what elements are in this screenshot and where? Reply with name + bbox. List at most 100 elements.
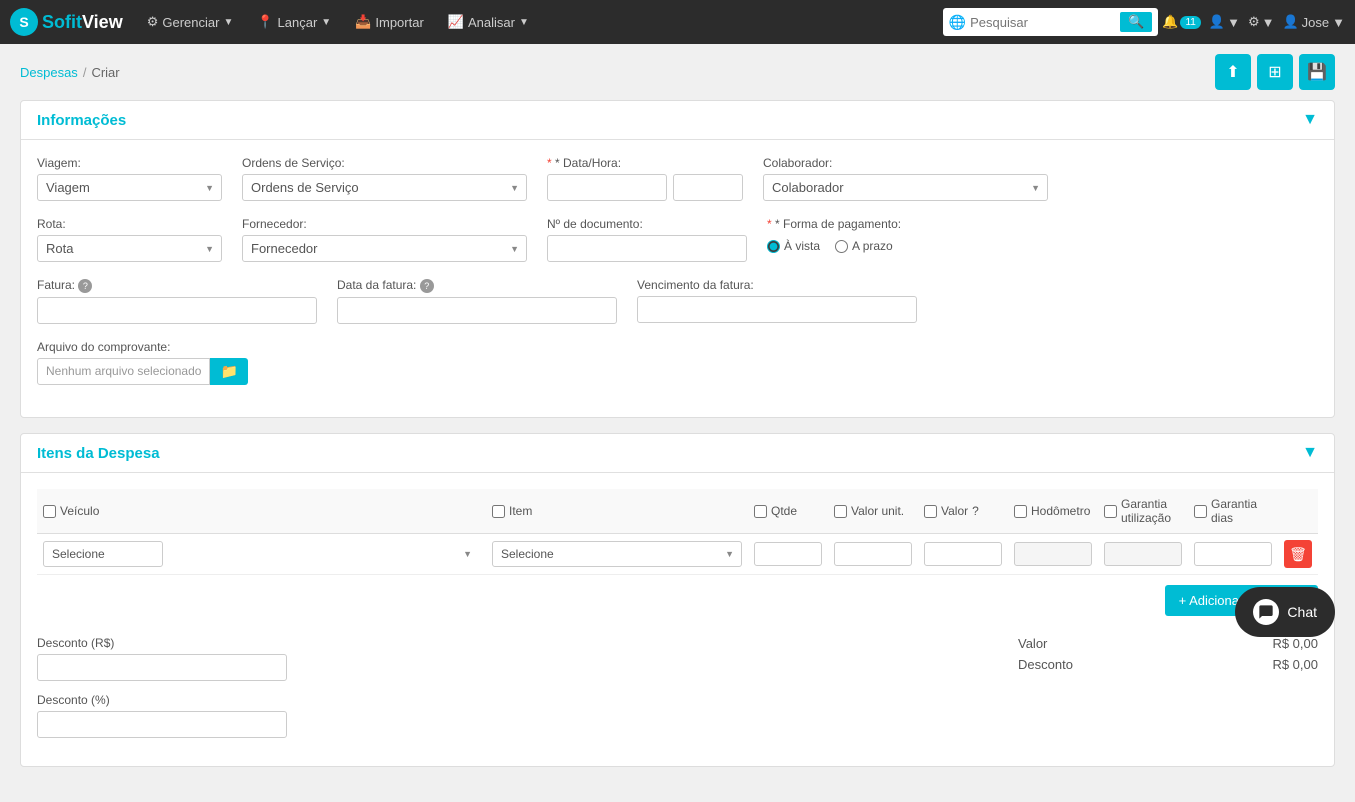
arquivo-label: Arquivo do comprovante: — [37, 340, 248, 354]
brand-view: View — [82, 12, 123, 33]
data-hora-label: * * Data/Hora: — [547, 156, 743, 170]
qtde-input[interactable]: 0,00 — [754, 542, 822, 566]
chevron-down-icon: ▼ — [321, 17, 331, 28]
total-valor-line: Valor R$ 0,00 — [1018, 636, 1318, 651]
hodometro-input[interactable]: 0,0 — [1014, 542, 1092, 566]
rota-select[interactable]: Rota — [37, 235, 222, 262]
data-fatura-group: Data da fatura: ? — [337, 278, 617, 324]
desconto-rs-input[interactable]: 0 — [37, 654, 287, 681]
item-checkbox-all[interactable] — [492, 505, 505, 518]
totals-section: Valor R$ 0,00 Desconto R$ 0,00 — [1018, 636, 1318, 750]
form-row-1: Viagem: Viagem Ordens de Serviço: Ordens… — [37, 156, 1318, 201]
nav-gerenciar[interactable]: ⚙ Gerenciar ▼ — [137, 0, 244, 44]
fornecedor-label: Fornecedor: — [242, 217, 527, 231]
th-valor: Valor ? — [918, 489, 1008, 534]
fatura-input[interactable] — [37, 297, 317, 324]
informacoes-title: Informações — [37, 112, 126, 129]
qtde-checkbox-all[interactable] — [754, 505, 767, 518]
valor-help-icon[interactable]: ? — [972, 504, 979, 518]
ordens-label: Ordens de Serviço: — [242, 156, 527, 170]
chevron-down-icon: ▼ — [1262, 15, 1275, 30]
garantia-util-input[interactable]: 0,0 — [1104, 542, 1182, 566]
data-fatura-input[interactable] — [337, 297, 617, 324]
fornecedor-select[interactable]: Fornecedor — [242, 235, 527, 262]
breadcrumb-bar: Despesas / Criar ⬆ ⊞ 💾 — [0, 44, 1355, 100]
itens-header: Itens da Despesa ▼ — [21, 434, 1334, 473]
breadcrumb: Despesas / Criar — [20, 65, 120, 80]
grid-button[interactable]: ⊞ — [1257, 54, 1293, 90]
chevron-down-icon: ▼ — [223, 17, 233, 28]
garantia-dias-checkbox-all[interactable] — [1194, 505, 1207, 518]
fatura-help-icon[interactable]: ? — [78, 279, 92, 293]
form-row-3: Fatura: ? Data da fatura: ? Vencimento d… — [37, 278, 1318, 324]
nav-lancar[interactable]: 📍 Lançar ▼ — [247, 0, 341, 44]
ndoc-input[interactable] — [547, 235, 747, 262]
colaborador-label: Colaborador: — [763, 156, 1048, 170]
nav-importar[interactable]: 📥 Importar — [345, 0, 434, 44]
save-button[interactable]: 💾 — [1299, 54, 1335, 90]
veiculo-select-wrapper: Selecione — [43, 541, 480, 567]
item-select[interactable]: Selecione — [492, 541, 742, 567]
upload-button[interactable]: ⬆ — [1215, 54, 1251, 90]
veiculo-checkbox-all[interactable] — [43, 505, 56, 518]
arquivo-group: Arquivo do comprovante: Nenhum arquivo s… — [37, 340, 248, 385]
valor-unit-input[interactable]: 0,00 — [834, 542, 912, 566]
veiculo-select[interactable]: Selecione — [43, 541, 163, 567]
desconto-rs-group: Desconto (R$) 0 — [37, 636, 998, 681]
data-input[interactable]: 08/07/2022 — [547, 174, 667, 201]
collapse-itens-button[interactable]: ▼ — [1302, 444, 1318, 462]
itens-card: Itens da Despesa ▼ Veículo — [20, 433, 1335, 767]
total-desconto-line: Desconto R$ 0,00 — [1018, 657, 1318, 672]
th-valor-unit: Valor unit. — [828, 489, 918, 534]
colaborador-select-wrapper: Colaborador — [763, 174, 1048, 201]
breadcrumb-current: Criar — [91, 65, 119, 80]
itens-body: Veículo Item Qtde — [21, 473, 1334, 766]
rota-select-wrapper: Rota — [37, 235, 222, 262]
user-menu[interactable]: 👤 Jose ▼ — [1282, 14, 1345, 30]
fpag-aprazo-radio[interactable] — [835, 240, 848, 253]
notifications-button[interactable]: 🔔 11 — [1162, 14, 1201, 30]
valor-unit-checkbox-all[interactable] — [834, 505, 847, 518]
chat-button[interactable]: Chat — [1235, 587, 1335, 637]
chevron-down-icon: ▼ — [519, 17, 529, 28]
colaborador-select[interactable]: Colaborador — [763, 174, 1048, 201]
fpag-avista-option[interactable]: À vista — [767, 239, 820, 253]
fornecedor-select-wrapper: Fornecedor — [242, 235, 527, 262]
desconto-rs-label: Desconto (R$) — [37, 636, 998, 650]
brand[interactable]: S Sofit View — [10, 8, 123, 36]
ndoc-label: Nº de documento: — [547, 217, 747, 231]
valor-checkbox-all[interactable] — [924, 505, 937, 518]
desconto-pct-input[interactable]: 0 — [37, 711, 287, 738]
settings-icon[interactable]: ⚙ ▼ — [1248, 14, 1275, 30]
brand-sofit: Sofit — [42, 12, 82, 33]
garantia-util-checkbox-all[interactable] — [1104, 505, 1117, 518]
main-content: Informações ▼ Viagem: Viagem Ordens de S… — [0, 100, 1355, 802]
search-button[interactable]: 🔍 — [1120, 12, 1152, 32]
th-garantia-dias: Garantia dias — [1188, 489, 1278, 534]
add-item-row: + Adicionar novo Item — [37, 575, 1318, 626]
summary-row: Desconto (R$) 0 Desconto (%) 0 Valor R$ … — [37, 636, 1318, 750]
hodometro-checkbox-all[interactable] — [1014, 505, 1027, 518]
ordens-select[interactable]: Ordens de Serviço — [242, 174, 527, 201]
nav-analisar[interactable]: 📈 Analisar ▼ — [438, 0, 539, 44]
viagem-select[interactable]: Viagem — [37, 174, 222, 201]
collapse-informacoes-button[interactable]: ▼ — [1302, 111, 1318, 129]
valor-input[interactable]: 0,00 — [924, 542, 1002, 566]
vencimento-input[interactable] — [637, 296, 917, 323]
fpag-avista-radio[interactable] — [767, 240, 780, 253]
td-hodometro: 0,0 — [1008, 534, 1098, 575]
data-fatura-help-icon[interactable]: ? — [420, 279, 434, 293]
item-select-wrapper: Selecione — [492, 541, 742, 567]
profile-icon[interactable]: 👤 ▼ — [1209, 14, 1240, 30]
search-input[interactable] — [970, 15, 1120, 30]
delete-row-button[interactable]: 🗑 — [1284, 540, 1312, 568]
informacoes-header: Informações ▼ — [21, 101, 1334, 140]
file-browse-button[interactable]: 📁 — [210, 358, 247, 385]
fpag-radio-group: À vista A prazo — [767, 239, 901, 253]
hora-input[interactable]: 15:00 — [673, 174, 743, 201]
garantia-dias-input[interactable] — [1194, 542, 1272, 566]
form-row-2: Rota: Rota Fornecedor: Fornecedor — [37, 217, 1318, 262]
breadcrumb-parent-link[interactable]: Despesas — [20, 65, 78, 80]
file-input-display: Nenhum arquivo selecionado — [37, 358, 210, 385]
fpag-aprazo-option[interactable]: A prazo — [835, 239, 893, 253]
